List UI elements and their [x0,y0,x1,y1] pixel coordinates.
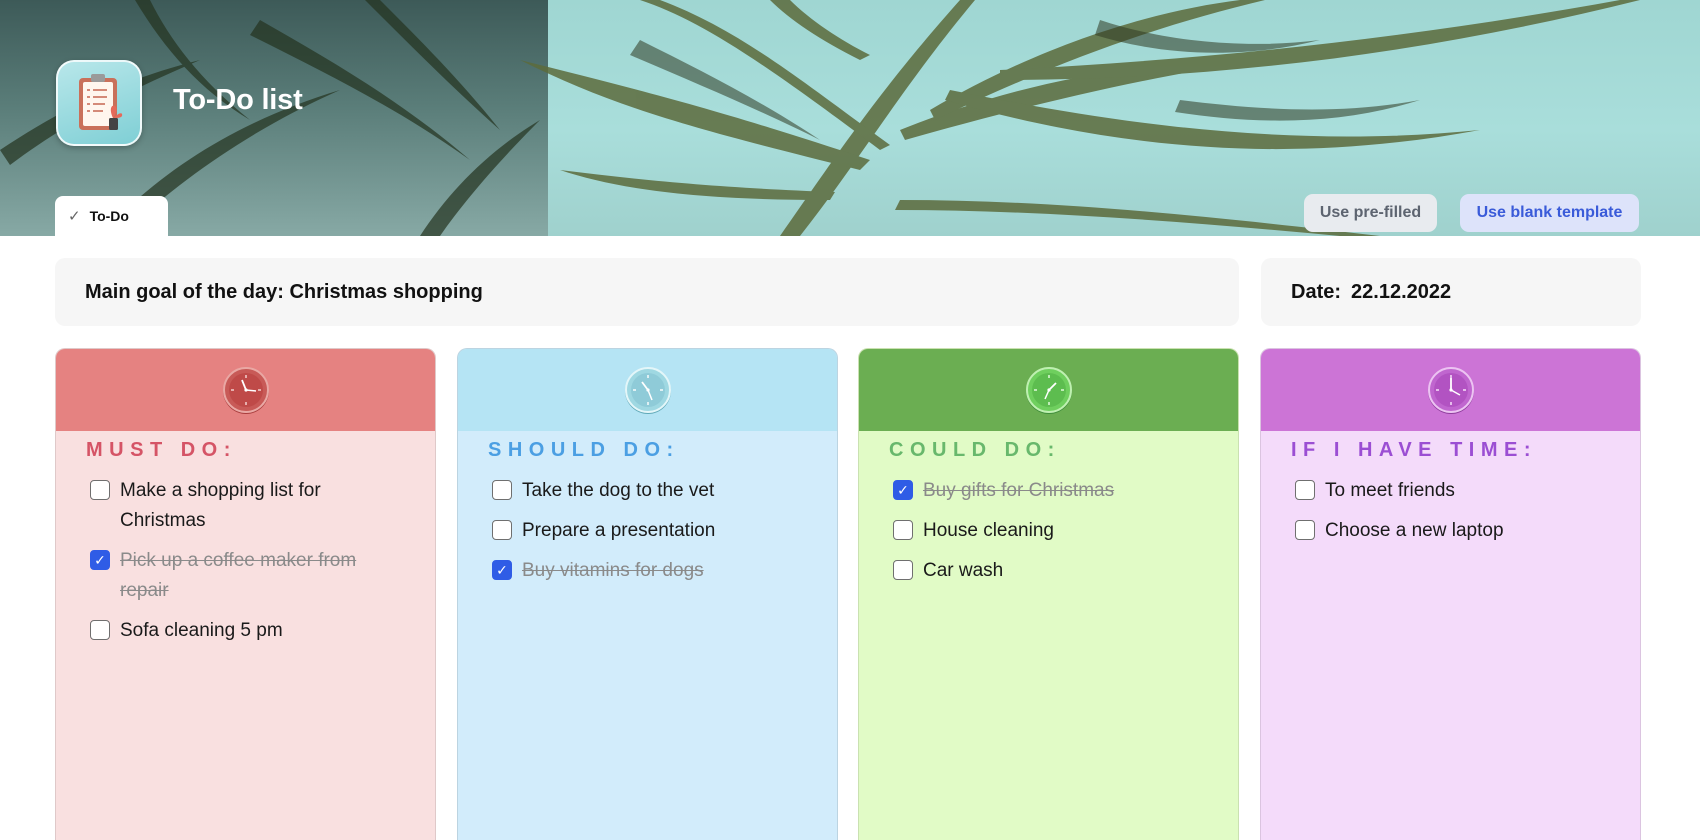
task-item: Car wash [893,556,1198,586]
task-item: House cleaning [893,516,1198,546]
task-text[interactable]: Make a shopping list for Christmas [120,476,395,536]
task-checkbox[interactable] [492,480,512,500]
task-text[interactable]: House cleaning [923,516,1054,546]
column-could-do: COULD DO: ✓ Buy gifts for Christmas Hous… [858,348,1239,840]
task-text[interactable]: Prepare a presentation [522,516,715,546]
task-text[interactable]: Sofa cleaning 5 pm [120,616,283,646]
main-goal-text: Main goal of the day: Christmas shopping [85,280,483,303]
task-checkbox[interactable]: ✓ [90,550,110,570]
task-text[interactable]: Car wash [923,556,1003,586]
column-title: MUST DO: [86,439,237,461]
clock-icon [222,367,269,414]
page-title: To-Do list [173,84,303,116]
column-header [56,349,435,431]
task-checkbox[interactable] [90,480,110,500]
task-checkbox[interactable] [1295,480,1315,500]
task-item: ✓ Buy vitamins for dogs [492,556,797,586]
column-if-i-have-time: IF I HAVE TIME: To meet friends Choose a… [1260,348,1641,840]
task-text[interactable]: Take the dog to the vet [522,476,714,506]
task-list: Make a shopping list for Christmas ✓ Pic… [56,476,435,646]
task-text[interactable]: To meet friends [1325,476,1455,506]
date-value: 22.12.2022 [1351,280,1452,303]
clock-icon [624,367,671,414]
task-list: Take the dog to the vet Prepare a presen… [458,476,837,586]
clock-icon [1025,367,1072,414]
clipboard-checklist-icon [56,60,142,146]
use-blank-template-button[interactable]: Use blank template [1460,194,1639,232]
date-label: Date: [1291,280,1342,303]
date-field[interactable]: Date: 22.12.2022 [1261,258,1641,326]
column-header [458,349,837,431]
use-prefilled-button[interactable]: Use pre-filled [1304,194,1437,232]
column-must-do: MUST DO: Make a shopping list for Christ… [55,348,436,840]
task-checkbox[interactable]: ✓ [893,480,913,500]
tab-to-do[interactable]: ✓ To-Do [55,196,168,236]
column-should-do: SHOULD DO: Take the dog to the vet Prepa… [457,348,838,840]
task-checkbox[interactable] [492,520,512,540]
column-title: COULD DO: [889,439,1061,461]
task-checkbox[interactable] [893,520,913,540]
task-item: Choose a new laptop [1295,516,1600,546]
task-list: ✓ Buy gifts for Christmas House cleaning… [859,476,1238,586]
task-item: Prepare a presentation [492,516,797,546]
clock-icon [1427,367,1474,414]
main-goal-field[interactable]: Main goal of the day: Christmas shopping [55,258,1239,326]
task-checkbox[interactable] [1295,520,1315,540]
column-header [859,349,1238,431]
checkmark-icon: ✓ [68,208,81,225]
tab-label: To-Do [89,208,129,224]
task-text[interactable]: Buy gifts for Christmas [923,476,1114,506]
task-item: To meet friends [1295,476,1600,506]
task-item: Make a shopping list for Christmas [90,476,395,536]
column-title: SHOULD DO: [488,439,680,461]
task-checkbox[interactable] [893,560,913,580]
task-text[interactable]: Pick up a coffee maker from repair [120,546,395,606]
task-list: To meet friends Choose a new laptop [1261,476,1640,546]
task-item: Sofa cleaning 5 pm [90,616,395,646]
task-text[interactable]: Choose a new laptop [1325,516,1504,546]
column-header [1261,349,1640,431]
task-item: ✓ Pick up a coffee maker from repair [90,546,395,606]
palm-leaves-image [0,0,1640,236]
task-checkbox[interactable] [90,620,110,640]
task-checkbox[interactable]: ✓ [492,560,512,580]
task-text[interactable]: Buy vitamins for dogs [522,556,704,586]
header-banner: To-Do list ✓ To-Do Use pre-filled Use bl… [0,0,1700,236]
column-title: IF I HAVE TIME: [1291,439,1538,461]
task-item: ✓ Buy gifts for Christmas [893,476,1198,506]
task-item: Take the dog to the vet [492,476,797,506]
